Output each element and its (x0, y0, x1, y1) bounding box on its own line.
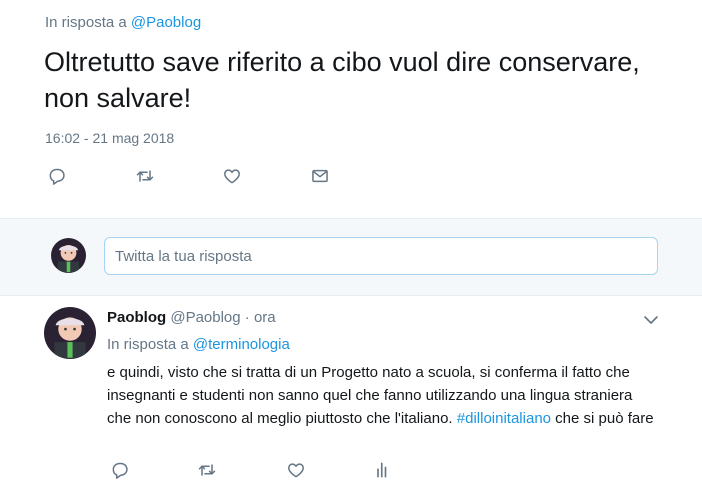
author-avatar[interactable] (44, 307, 96, 359)
tweet-text-after: che si può fare (551, 410, 654, 427)
mail-icon (312, 169, 328, 183)
hashtag-link[interactable]: #dilloinitaliano (457, 410, 551, 427)
reply-button[interactable] (45, 164, 69, 188)
analytics-button[interactable] (371, 458, 395, 482)
tweet-time[interactable]: ora (254, 309, 276, 326)
more-button[interactable] (642, 311, 660, 329)
reply-context: In risposta a @terminologia (107, 336, 290, 353)
retweet-icon (198, 464, 216, 476)
reply-context: In risposta a @Paoblog (45, 14, 201, 31)
heart-icon (288, 463, 304, 478)
reply-prefix: In risposta a (107, 336, 189, 353)
heart-icon (224, 169, 240, 184)
reply-icon (112, 462, 128, 479)
separator-dot: · (244, 309, 250, 326)
reply-handle-link[interactable]: @terminologia (193, 336, 290, 353)
author-handle[interactable]: @Paoblog (170, 309, 240, 326)
like-button[interactable] (220, 164, 244, 188)
tweet-timestamp[interactable]: 16:02 - 21 mag 2018 (45, 130, 174, 146)
avatar-image (44, 307, 96, 359)
reply-handle-link[interactable]: @Paoblog (131, 14, 201, 31)
dm-button[interactable] (308, 164, 332, 188)
main-tweet: In risposta a @Paoblog Oltretutto save r… (0, 0, 702, 218)
tweet-header: Paoblog @Paoblog · ora (107, 309, 276, 326)
tweet-actions (0, 164, 702, 190)
retweet-icon (136, 170, 154, 182)
tweet-text: e quindi, visto che si tratta di un Prog… (107, 361, 655, 430)
retweet-button[interactable] (133, 164, 157, 188)
reply-prefix: In risposta a (45, 14, 127, 31)
like-button[interactable] (284, 458, 308, 482)
author-name[interactable]: Paoblog (107, 309, 166, 326)
tweet-text: Oltretutto save riferito a cibo vuol dir… (44, 47, 640, 113)
reply-composer (0, 218, 702, 296)
reply-icon (49, 168, 65, 185)
user-avatar[interactable] (51, 238, 86, 273)
chevron-down-icon (644, 316, 658, 324)
retweet-button[interactable] (195, 458, 219, 482)
reply-button[interactable] (108, 458, 132, 482)
avatar-image (51, 238, 86, 273)
reply-input[interactable] (104, 237, 658, 275)
reply-tweet[interactable]: Paoblog @Paoblog · ora In risposta a @te… (0, 295, 702, 488)
analytics-icon (377, 462, 387, 478)
tweet-actions (0, 458, 702, 484)
